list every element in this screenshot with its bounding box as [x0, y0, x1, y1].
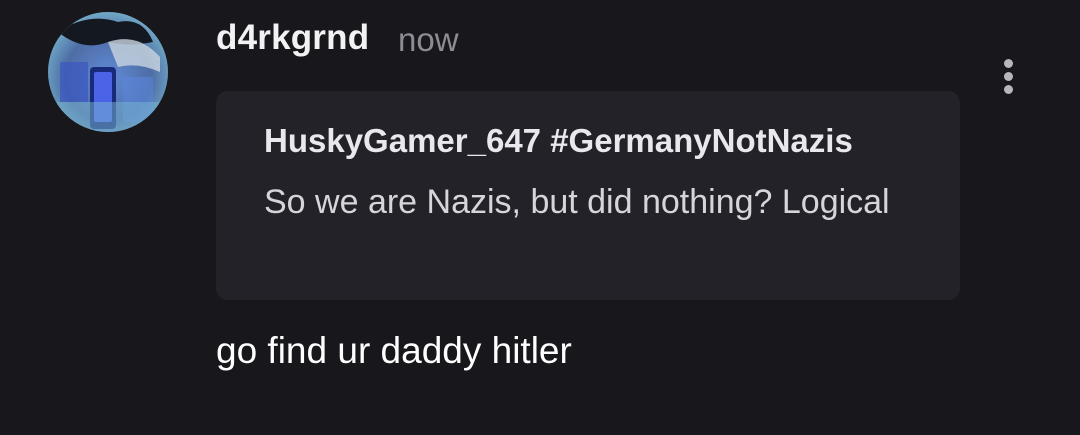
more-dot — [1004, 59, 1013, 68]
quoted-text: So we are Nazis, but did nothing? Logica… — [264, 183, 890, 221]
more-vertical-icon[interactable] — [988, 56, 1028, 96]
quoted-author: HuskyGamer_647 #GermanyNotNazis — [264, 122, 853, 159]
avatar[interactable] — [48, 12, 168, 132]
comment-item: d4rkgrnd now HuskyGamer_647 #GermanyNotN… — [0, 0, 1080, 435]
username[interactable]: d4rkgrnd — [216, 18, 369, 58]
comment-body: go find ur daddy hitler — [216, 330, 572, 371]
quoted-comment[interactable]: HuskyGamer_647 #GermanyNotNazis So we ar… — [216, 91, 960, 300]
avatar-image — [48, 12, 168, 132]
timestamp: now — [398, 21, 459, 58]
more-dot — [1004, 72, 1013, 81]
more-dot — [1004, 85, 1013, 94]
